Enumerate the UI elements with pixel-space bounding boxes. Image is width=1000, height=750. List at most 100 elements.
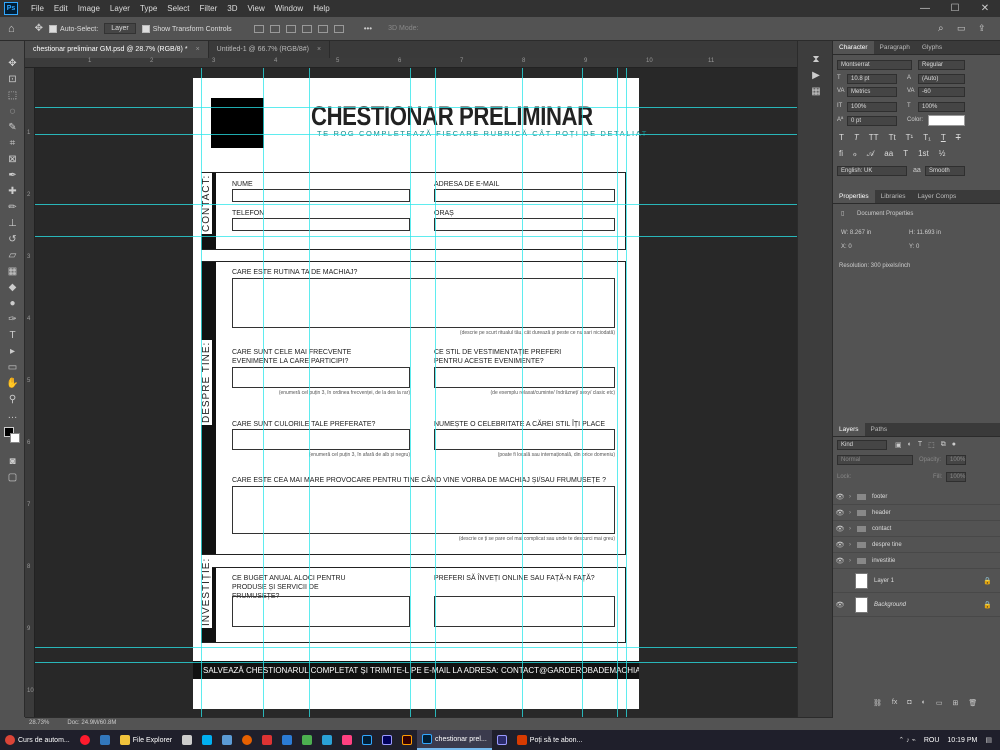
actions-icon[interactable]: ▶ [798, 67, 834, 83]
menu-file[interactable]: File [26, 4, 49, 13]
rutina-field[interactable] [232, 278, 615, 328]
opacity-field[interactable]: 100% [946, 455, 966, 465]
taskbar-app[interactable] [357, 730, 377, 750]
layer-contact[interactable]: 👁 › contact [833, 521, 1000, 537]
celebritate-field[interactable] [434, 429, 615, 450]
quick-mask-icon[interactable]: ◙ [0, 453, 25, 469]
faux-italic-icon[interactable]: T [854, 133, 859, 142]
ruler-vertical[interactable]: 1 2 3 4 5 6 7 8 9 10 [25, 68, 35, 717]
tab-character[interactable]: Character [833, 41, 874, 54]
culori-field[interactable] [232, 429, 410, 450]
visibility-icon[interactable]: 👁 [833, 601, 847, 609]
kerning-field[interactable]: Metrics [847, 87, 897, 97]
menu-view[interactable]: View [243, 4, 270, 13]
background-color[interactable] [10, 433, 20, 443]
document-page[interactable]: CHESTIONAR PRELIMINAR TE ROG COMPLETEAZĂ… [193, 78, 646, 709]
taskbar-app[interactable] [317, 730, 337, 750]
filter-toggle-icon[interactable]: ● [952, 441, 956, 449]
canvas-area[interactable]: CHESTIONAR PRELIMINAR TE ROG COMPLETEAZĂ… [35, 68, 797, 717]
taskbar-app[interactable]: Poți să te abon... [512, 730, 588, 750]
rectangle-icon[interactable]: ▭ [0, 359, 25, 375]
taskbar-photoshop-active[interactable]: chestionar prel... [417, 730, 492, 750]
pen-icon[interactable]: ✑ [0, 311, 25, 327]
auto-select-checkbox[interactable]: Auto-Select: [49, 24, 98, 33]
font-size-field[interactable]: 10.8 pt [847, 74, 897, 84]
fx-icon[interactable]: fx [892, 699, 897, 707]
adjustment-icon[interactable]: ◐ [922, 699, 926, 707]
subscript-icon[interactable]: T₁ [923, 133, 931, 142]
filter-shape-icon[interactable]: ⬚ [928, 441, 935, 449]
auto-select-dropdown[interactable]: Layer [104, 23, 136, 34]
new-group-icon[interactable]: ▭ [936, 699, 943, 707]
visibility-icon[interactable]: 👁 [833, 493, 847, 501]
visibility-icon[interactable]: 👁 [833, 525, 847, 533]
fill-field[interactable]: 100% [946, 472, 966, 482]
expand-icon[interactable]: › [849, 558, 851, 564]
notifications-icon[interactable]: ▤ [985, 736, 992, 744]
guide-vertical[interactable] [522, 68, 523, 717]
layer-footer[interactable]: 👁 › footer [833, 489, 1000, 505]
leading-field[interactable]: (Auto) [918, 74, 965, 84]
menu-type[interactable]: Type [135, 4, 162, 13]
layer-layer-1[interactable]: Layer 1 🔒 [833, 569, 1000, 593]
antialias-select[interactable]: Smooth [925, 166, 965, 176]
artboard-icon[interactable]: ⊡ [0, 71, 25, 87]
tab-paragraph[interactable]: Paragraph [874, 41, 916, 54]
kind-filter[interactable]: Kind [837, 440, 887, 450]
tray-icons[interactable]: ⌃ ♪ ⌁ [898, 736, 915, 744]
visibility-icon[interactable]: 👁 [833, 557, 847, 565]
taskbar-app[interactable] [337, 730, 357, 750]
guide-horizontal[interactable] [35, 647, 797, 648]
tab-libraries[interactable]: Libraries [875, 190, 912, 203]
menu-image[interactable]: Image [73, 4, 105, 13]
expand-icon[interactable]: › [849, 542, 851, 548]
path-select-icon[interactable]: ▸ [0, 343, 25, 359]
share-icon[interactable]: ⇪ [978, 23, 986, 34]
taskbar-app[interactable] [277, 730, 297, 750]
guide-vertical[interactable] [309, 68, 310, 717]
vertical-scale-field[interactable]: 100% [847, 102, 897, 112]
tab-layers[interactable]: Layers [833, 423, 865, 436]
faux-bold-icon[interactable]: T [839, 133, 844, 142]
baseline-field[interactable]: 0 pt [847, 116, 897, 126]
taskbar-app[interactable] [297, 730, 317, 750]
taskbar-app[interactable] [177, 730, 197, 750]
zoom-icon[interactable]: ⚲ [0, 391, 25, 407]
expand-icon[interactable]: › [849, 526, 851, 532]
guide-vertical[interactable] [201, 68, 202, 717]
close-icon[interactable]: ✕ [970, 0, 1000, 17]
menu-select[interactable]: Select [162, 4, 194, 13]
mask-icon[interactable]: ◘ [907, 699, 911, 707]
menu-3d[interactable]: 3D [222, 4, 242, 13]
align-center-icon[interactable] [317, 24, 328, 33]
taskbar-app[interactable] [217, 730, 237, 750]
taskbar-app[interactable] [197, 730, 217, 750]
all-caps-icon[interactable]: TT [869, 133, 879, 142]
filter-smart-icon[interactable]: ⧉ [941, 441, 946, 449]
workspace-icon[interactable]: ▭ [957, 23, 966, 34]
layer-investitie[interactable]: 👁 › investitie [833, 553, 1000, 569]
guide-horizontal[interactable] [35, 134, 797, 135]
menu-filter[interactable]: Filter [195, 4, 223, 13]
align-middle-icon[interactable] [269, 24, 280, 33]
superscript-icon[interactable]: T¹ [906, 133, 914, 142]
delete-layer-icon[interactable]: 🗑 [968, 699, 977, 707]
alternates-icon[interactable]: aa [884, 149, 893, 159]
small-caps-icon[interactable]: Tt [889, 133, 896, 142]
taskbar-app[interactable] [397, 730, 417, 750]
move-icon[interactable]: ✥ [0, 55, 25, 71]
font-style-select[interactable]: Regular [918, 60, 965, 70]
blend-mode-select[interactable]: Normal [837, 455, 913, 465]
guide-horizontal[interactable] [35, 107, 797, 108]
guide-vertical[interactable] [410, 68, 411, 717]
buget-field[interactable] [232, 596, 410, 627]
strikethrough-icon[interactable]: T [956, 133, 961, 142]
marquee-icon[interactable]: ⬚ [0, 87, 25, 103]
align-top-icon[interactable] [253, 24, 264, 33]
fractions-icon[interactable]: ½ [939, 149, 946, 159]
menu-window[interactable]: Window [270, 4, 308, 13]
tab-untitled[interactable]: Untitled-1 @ 66.7% (RGB/8#) × [209, 41, 331, 58]
show-transform-checkbox[interactable]: Show Transform Controls [141, 24, 232, 33]
layer-background[interactable]: 👁 Background 🔒 [833, 593, 1000, 617]
history-icon[interactable]: ⧗ [798, 51, 834, 67]
